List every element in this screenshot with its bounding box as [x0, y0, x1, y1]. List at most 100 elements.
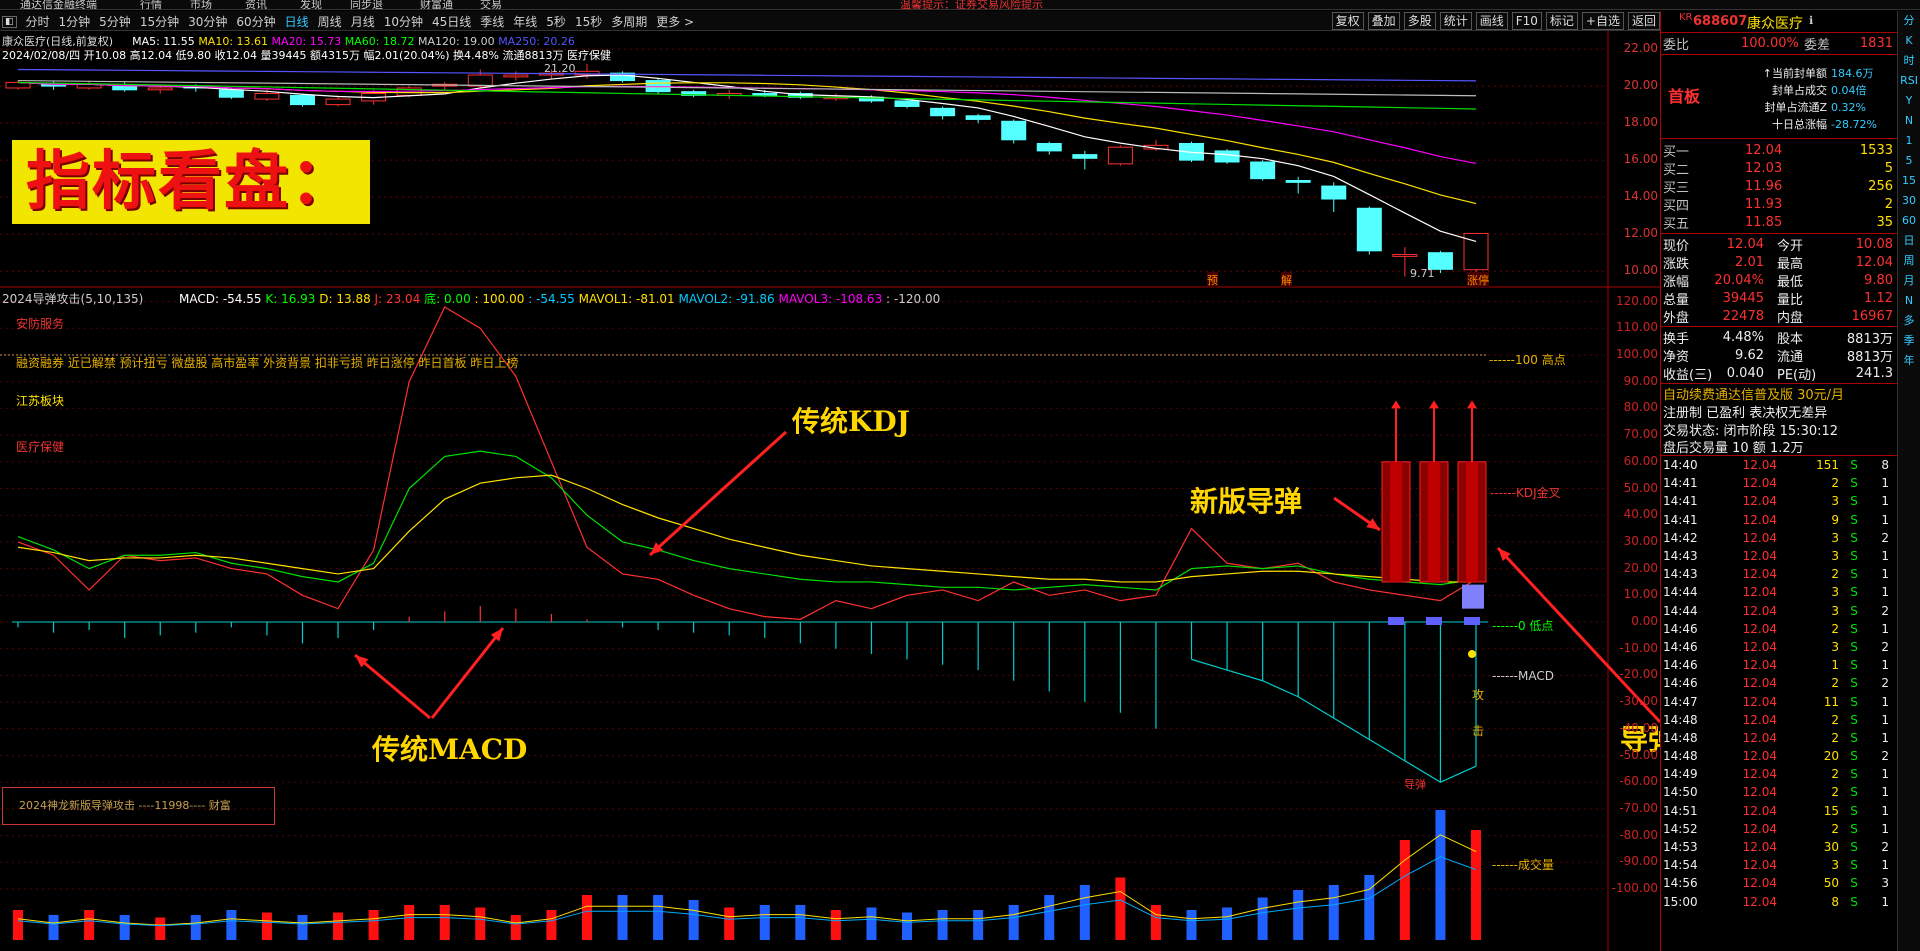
tick-side: S: [1850, 840, 1858, 855]
after-hours: 盘后交易量 10 额 1.2万: [1661, 438, 1897, 456]
indicator-axis-label: 40.00: [1623, 507, 1658, 522]
tick-time: 14:51: [1663, 803, 1698, 818]
tick-volume: 1: [1831, 658, 1839, 673]
missile-core: [1390, 461, 1402, 582]
tool-strip-button[interactable]: 周: [1898, 251, 1920, 271]
stat-label: 外盘: [1663, 310, 1690, 326]
volume-bar: [119, 915, 130, 940]
tick-volume: 2: [1831, 621, 1839, 636]
missile-tag: 导弹: [1404, 778, 1426, 791]
tool-strip-button[interactable]: RSI: [1898, 71, 1920, 91]
volume-bar: [1008, 905, 1019, 940]
candle-body: [1392, 254, 1418, 257]
volume-bar: [866, 907, 877, 940]
candle-body: [1001, 120, 1027, 141]
tool-strip-button[interactable]: 季: [1898, 331, 1920, 351]
tool-strip-button[interactable]: 月: [1898, 271, 1920, 291]
volume-bar: [1364, 875, 1375, 940]
stock-code: 688607: [1693, 14, 1748, 29]
mavol3-val: MAVOL3: -108.63: [778, 292, 883, 306]
bid-volume: 1533: [1859, 142, 1893, 158]
stat-label-2: 流通: [1777, 349, 1804, 365]
tick-time: 14:40: [1663, 458, 1698, 473]
tool-strip-button[interactable]: K: [1898, 31, 1920, 51]
right-tool-strip: 分 K 时 RSI Y N 1 5 15 30 60 日周月 N 多季年: [1897, 11, 1920, 951]
tick-row: 14:43 12.04 3 S 1: [1661, 547, 1897, 565]
seal-info-row: 封单占成交 0.04倍: [1737, 82, 1877, 99]
stat-row: 收益(三) 0.040 PE(动) 241.3: [1661, 364, 1897, 383]
info-icon[interactable]: ℹ: [1809, 14, 1813, 27]
tick-time: 14:41: [1663, 476, 1698, 491]
tick-price: 12.04: [1742, 476, 1777, 491]
tag-label-4: 医疗保健: [16, 440, 65, 454]
seal-info-label: 封单占流通Z: [1764, 101, 1827, 114]
tick-side: S: [1850, 858, 1858, 873]
missile-arrow: [1467, 400, 1477, 409]
volume-bar: [1293, 890, 1304, 940]
tick-time: 14:46: [1663, 639, 1698, 654]
seal-info-box: 首板 ↑当前封单额 184.6万 封单占成交 0.04倍 封单占流通Z 0.32% 十日总涨…: [1661, 55, 1897, 139]
indicator-axis-label: 90.00: [1623, 373, 1658, 388]
volume-bar: [1222, 907, 1233, 940]
mavol1-val: MAVOL1: -81.01: [578, 292, 675, 306]
tool-strip-button[interactable]: 5: [1898, 151, 1920, 171]
tool-strip-button[interactable]: 时: [1898, 51, 1920, 71]
tick-time: 14:54: [1663, 858, 1698, 873]
tick-row: 15:00 12.04 8 S 1: [1661, 893, 1897, 911]
tool-strip-button[interactable]: Y: [1898, 91, 1920, 111]
tool-strip-button[interactable]: 分: [1898, 11, 1920, 31]
weicha-label: 委差: [1804, 38, 1831, 53]
candle-body: [1285, 180, 1311, 183]
kr-badge: KR: [1679, 12, 1693, 23]
tool-strip-button[interactable]: N: [1898, 291, 1920, 311]
reg-info: 注册制 已盈利 表决权无差异: [1663, 405, 1828, 421]
high-price-label: 21.20: [544, 62, 576, 75]
missile-arrow: [1391, 400, 1401, 409]
seal-info-value: 0.04倍: [1831, 84, 1867, 97]
tool-strip-button[interactable]: 30: [1898, 191, 1920, 211]
tool-strip-button[interactable]: 年: [1898, 351, 1920, 371]
stats-block-2: 换手 4.48% 股本 8813万 净资 9.62 流通 8813万 收益(三) 0.040 PE(…: [1661, 327, 1897, 384]
volume-bar: [439, 905, 450, 940]
tool-strip-button[interactable]: 15: [1898, 171, 1920, 191]
tick-price: 12.04: [1742, 512, 1777, 527]
tick-count: 1: [1881, 476, 1889, 491]
indicator-name[interactable]: 2024导弹攻击(5,10,135): [2, 292, 143, 306]
tool-strip-button[interactable]: 日: [1898, 231, 1920, 251]
candle-body: [965, 115, 991, 120]
volume-bar: [13, 910, 23, 940]
volume-bar: [581, 895, 592, 940]
weibi-value: 100.00%: [1741, 36, 1799, 51]
tick-price: 12.04: [1742, 730, 1777, 745]
tick-row: 14:40 12.04 151 S 8: [1661, 456, 1897, 474]
tag-label-2: 融资融券 近已解禁 预计扭亏 微盘股 高市盈率 外资背景 扣非亏损 昨日涨停 昨…: [16, 356, 519, 370]
tick-time: 14:44: [1663, 585, 1698, 600]
stat-label-2: 股本: [1777, 331, 1804, 347]
tick-price: 12.04: [1742, 603, 1777, 618]
pre-tag: 预: [1207, 272, 1218, 288]
tick-list[interactable]: 14:40 12.04 151 S 8 14:41 12.04 2 S 1 14:41 12.04 3 S…: [1661, 456, 1897, 911]
tick-row: 14:53 12.04 30 S 2: [1661, 838, 1897, 856]
tick-price: 12.04: [1742, 767, 1777, 782]
stat-value: 20.04%: [1714, 272, 1764, 288]
tool-strip-button[interactable]: 60: [1898, 211, 1920, 231]
tick-side: S: [1850, 821, 1858, 836]
bid-row: 买三 11.96 256: [1661, 177, 1897, 196]
ad-banner[interactable]: 自动续费通达信普及版 30元/月: [1661, 384, 1897, 403]
volume-bar: [1399, 840, 1410, 940]
tool-strip-button[interactable]: 1: [1898, 131, 1920, 151]
tick-volume: 3: [1831, 494, 1839, 509]
tick-time: 14:43: [1663, 567, 1698, 582]
stat-value-2: 8813万: [1846, 331, 1893, 347]
tick-volume: 15: [1823, 803, 1839, 818]
tool-strip-button[interactable]: N: [1898, 111, 1920, 131]
tick-side: S: [1850, 730, 1858, 745]
tick-count: 1: [1881, 567, 1889, 582]
indicator-axis-label: -10.00: [1619, 640, 1658, 655]
tick-volume: 2: [1831, 676, 1839, 691]
tool-strip-button[interactable]: 多: [1898, 311, 1920, 331]
indicator-axis-label: -90.00: [1619, 854, 1658, 869]
stock-name: 康众医疗: [1747, 16, 1803, 32]
tick-time: 14:46: [1663, 676, 1698, 691]
tick-side: S: [1850, 476, 1858, 491]
